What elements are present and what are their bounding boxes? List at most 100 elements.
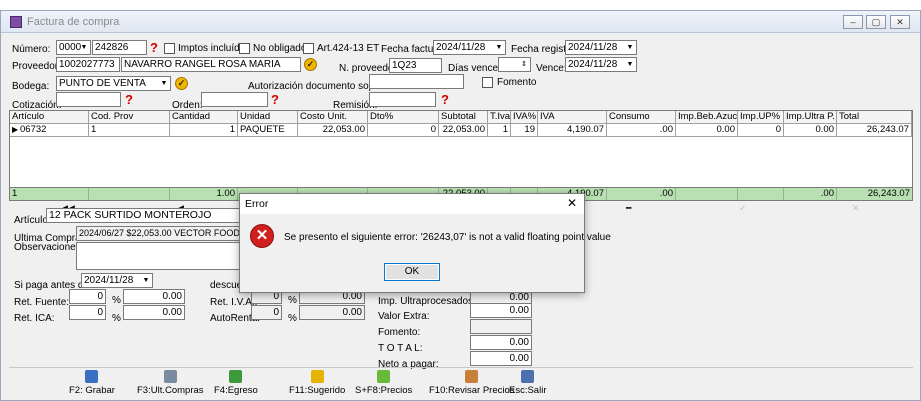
cash-icon <box>229 370 243 383</box>
observaciones-textarea[interactable] <box>76 242 241 270</box>
cell-unidad[interactable]: PAQUETE <box>238 124 298 137</box>
cell-imp-beb[interactable]: 0.00 <box>676 124 738 137</box>
percent-label: % <box>112 313 121 324</box>
cell-articulo[interactable]: 06732 <box>10 124 89 137</box>
window-title: Factura de compra <box>27 16 120 28</box>
dialog-close-icon[interactable]: ✕ <box>567 196 577 210</box>
column-header-unidad[interactable]: Unidad <box>238 111 298 124</box>
vence-date-picker[interactable]: 2024/11/28 ▼ <box>565 57 637 72</box>
cell-imp-ultra[interactable]: 0.00 <box>784 124 837 137</box>
toolbar-button-price[interactable]: S+F8:Precios <box>355 370 412 400</box>
cell-dto[interactable]: 0 <box>368 124 439 137</box>
help-icon[interactable]: ? <box>150 41 158 54</box>
proveedor-name-field[interactable]: NAVARRO RANGEL ROSA MARIA <box>121 57 301 72</box>
cell-cod-prov[interactable]: 1 <box>89 124 170 137</box>
ok-button[interactable]: OK <box>384 263 440 281</box>
help-icon[interactable]: ? <box>271 93 279 106</box>
column-header-articulo[interactable]: Artículo <box>10 111 89 124</box>
autorizacion-input[interactable] <box>369 74 464 89</box>
column-header-consumo[interactable]: Consumo <box>607 111 676 124</box>
dias-vence-label: Días vence: <box>448 63 501 74</box>
confirm-check-icon[interactable]: ✓ <box>304 58 317 71</box>
help-icon[interactable]: ? <box>441 93 449 106</box>
toolbar-button-search[interactable]: F3:Ult.Compras <box>137 370 204 400</box>
column-header-cantidad[interactable]: Cantidad <box>170 111 238 124</box>
column-header-costo-unit[interactable]: Costo Unit. <box>298 111 368 124</box>
articulo-field[interactable]: 12 PACK SURTIDO MONTEROJO <box>46 208 241 223</box>
totals-total: 26,243.07 <box>867 188 910 199</box>
cell-costo-unit[interactable]: 22,053.00 <box>298 124 368 137</box>
fecha-factura-picker[interactable]: 2024/11/28 ▼ <box>433 40 506 55</box>
column-header-cod-prov[interactable]: Cod. Prov <box>89 111 170 124</box>
numero-prefix-select[interactable]: 0000 ▼ <box>56 40 91 55</box>
toolbar-button-cash[interactable]: F4:Egreso <box>214 370 258 400</box>
maximize-button[interactable]: ▢ <box>866 15 886 29</box>
column-header-imp-beb[interactable]: Imp.Beb.Azuc. <box>676 111 738 124</box>
dias-vence-spinner[interactable]: ⇕ <box>498 57 531 72</box>
cell-total[interactable]: 26,243.07 <box>837 124 912 137</box>
dialog-title: Error <box>245 198 269 210</box>
post-edit-icon[interactable]: ✓ <box>739 202 747 214</box>
column-header-subtotal[interactable]: Subtotal <box>439 111 488 124</box>
autorenta-pct-input[interactable]: 0 <box>251 305 282 320</box>
fecha-registro-picker[interactable]: 2024/11/28 ▼ <box>565 40 637 55</box>
search-icon <box>163 370 177 383</box>
column-header-imp-up[interactable]: Imp.UP% <box>738 111 784 124</box>
price-icon <box>377 370 391 383</box>
confirm-check-icon[interactable]: ✓ <box>175 77 188 90</box>
toolbar-button-clipboard[interactable]: F10:Revisar Precios <box>429 370 515 400</box>
column-header-dto[interactable]: Dto% <box>368 111 439 124</box>
ultima-compra-field: 2024/06/27 $22,053.00 VECTOR FOODS S.A.S <box>76 226 241 241</box>
chevron-down-icon: ▼ <box>495 44 503 51</box>
delete-record-icon[interactable]: ━ <box>626 202 631 214</box>
chevron-down-icon: ▼ <box>80 44 88 51</box>
autorenta-value[interactable]: 0.00 <box>299 305 365 320</box>
clipboard-icon <box>465 370 479 383</box>
column-header-total[interactable]: Total <box>837 111 912 124</box>
error-icon: ✕ <box>250 224 274 248</box>
column-header-imp-ultra[interactable]: Imp.Ultra P. <box>784 111 837 124</box>
ret-fuente-pct-input[interactable]: 0 <box>69 289 106 304</box>
totals-first-cell: 1 <box>10 188 89 200</box>
minimize-button[interactable]: – <box>843 15 863 29</box>
column-header-t-iva[interactable]: T.Iva <box>488 111 511 124</box>
imptos-incluidos-checkbox[interactable] <box>164 43 175 54</box>
cell-subtotal[interactable]: 22,053.00 <box>439 124 488 137</box>
help-icon[interactable]: ? <box>125 93 133 106</box>
percent-label: % <box>112 295 121 306</box>
fomento-checkbox[interactable] <box>482 77 493 88</box>
art-424-checkbox[interactable] <box>303 43 314 54</box>
n-proveedor-input[interactable]: 1Q23 <box>389 58 442 73</box>
ret-ica-pct-input[interactable]: 0 <box>69 305 106 320</box>
fomento-value <box>470 319 532 334</box>
remision-input[interactable] <box>369 92 436 107</box>
no-obligado-checkbox[interactable] <box>239 43 250 54</box>
cell-iva[interactable]: 4,190.07 <box>538 124 607 137</box>
column-header-iva-pct[interactable]: IVA% <box>511 111 538 124</box>
si-paga-date-picker[interactable]: 2024/11/28 ▼ <box>81 273 153 288</box>
ret-fuente-value[interactable]: 0.00 <box>123 289 185 304</box>
cell-consumo[interactable]: .00 <box>607 124 676 137</box>
numero-input[interactable]: 242826 <box>92 40 147 55</box>
cell-cantidad[interactable]: 1 <box>170 124 238 137</box>
close-button[interactable]: ✕ <box>890 15 910 29</box>
cotizacion-input[interactable] <box>56 92 121 107</box>
cell-iva-pct[interactable]: 19 <box>511 124 538 137</box>
title-bar: Factura de compra – ▢ ✕ <box>1 11 920 33</box>
column-header-iva[interactable]: IVA <box>538 111 607 124</box>
action-toolbar: F2: Grabar F3:Ult.Compras F4:Egreso F11:Sug… <box>9 367 913 401</box>
toolbar-button-save[interactable]: F2: Grabar <box>69 370 115 400</box>
cancel-edit-icon[interactable]: ✕ <box>852 202 860 214</box>
items-table[interactable]: Artículo Cod. Prov Cantidad Unidad Costo Uni… <box>9 110 913 190</box>
valor-extra-input[interactable]: 0.00 <box>470 303 532 318</box>
bodega-label: Bodega: <box>12 81 50 92</box>
ret-ica-value[interactable]: 0.00 <box>123 305 185 320</box>
proveedor-id-input[interactable]: 1002027773 <box>56 57 120 72</box>
bodega-select[interactable]: PUNTO DE VENTA ▼ <box>56 76 171 91</box>
cell-imp-up[interactable]: 0 <box>738 124 784 137</box>
toolbar-button-exit[interactable]: Esc:Salir <box>509 370 546 400</box>
cell-t-iva[interactable]: 1 <box>488 124 511 137</box>
toolbar-button-lightning[interactable]: F11:Sugerido <box>289 370 345 400</box>
orden-input[interactable] <box>201 92 268 107</box>
totals-empty-cell <box>738 188 784 200</box>
